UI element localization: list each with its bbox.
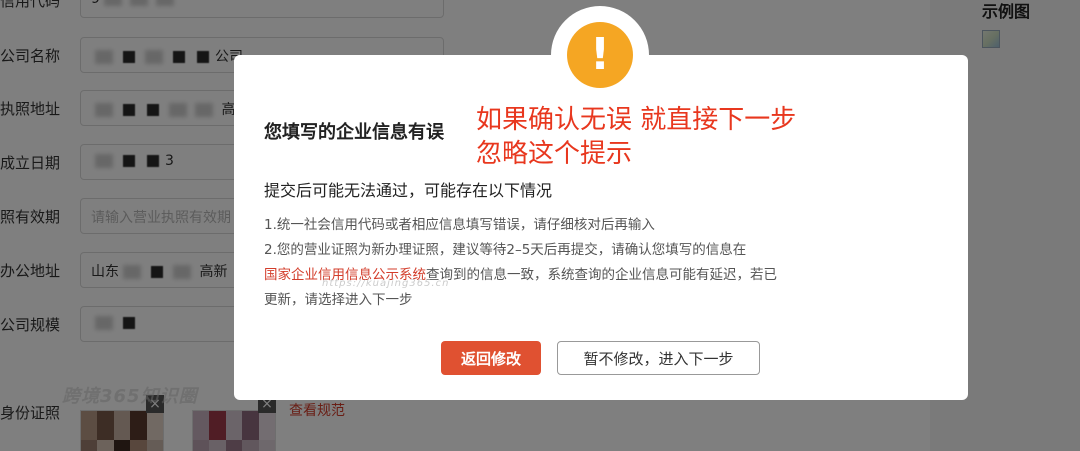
reason-item-1: 1.统一社会信用代码或者相应信息填写错误，请仔细核对后再输入: [264, 217, 655, 233]
reason-item-2-cont2: 更新，请选择进入下一步: [264, 292, 413, 308]
watermark-url: https://kuajing365.cn: [322, 278, 450, 289]
dialog-subtitle: 提交后可能无法通过，可能存在以下情况: [264, 181, 553, 200]
reason-item-2: 2.您的营业证照为新办理证照，建议等待2–5天后再提交，请确认您填写的信息在: [264, 242, 747, 258]
annotation-line-2: 忽略这个提示: [476, 139, 633, 169]
go-back-edit-button[interactable]: 返回修改: [441, 341, 541, 375]
dialog-body: 1.统一社会信用代码或者相应信息填写错误，请仔细核对后再输入 2.您的营业证照为…: [264, 213, 844, 313]
warning-icon: !: [567, 22, 633, 88]
annotation-line-1: 如果确认无误 就直接下一步: [476, 105, 797, 135]
skip-next-step-button[interactable]: 暂不修改，进入下一步: [557, 341, 760, 375]
dialog-title: 您填写的企业信息有误: [264, 122, 444, 143]
red-annotation: 如果确认无误 就直接下一步 忽略这个提示: [476, 103, 796, 171]
